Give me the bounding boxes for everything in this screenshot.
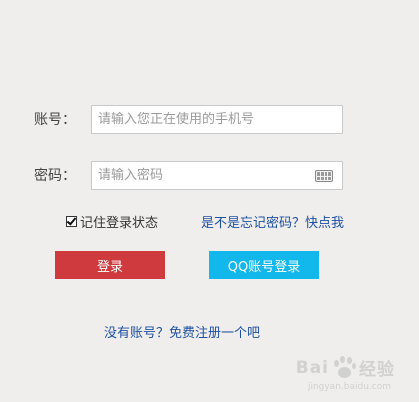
baidu-paw-icon: [331, 355, 357, 380]
watermark-brand-right: 经验: [359, 360, 395, 380]
account-label: 账号：: [34, 112, 76, 128]
keyboard-icon[interactable]: [315, 170, 333, 182]
qq-login-button[interactable]: QQ账号登录: [209, 251, 319, 279]
remember-login-label: 记住登录状态: [80, 216, 159, 231]
remember-login-row[interactable]: 记住登录状态: [66, 212, 158, 231]
forgot-password-link[interactable]: 是不是忘记密码？快点我: [201, 212, 344, 231]
remember-login-checkbox[interactable]: [66, 216, 77, 227]
watermark-domain: jingyan.baidu.com: [307, 382, 391, 392]
password-label: 密码：: [34, 168, 76, 184]
account-input[interactable]: [91, 105, 343, 134]
watermark-brand-left: Bai: [295, 357, 329, 378]
password-input[interactable]: [91, 161, 343, 190]
login-button[interactable]: 登录: [55, 251, 165, 279]
register-link[interactable]: 没有账号？免费注册一个吧: [104, 322, 260, 341]
baidu-jingyan-watermark: Bai 经验: [296, 355, 395, 380]
